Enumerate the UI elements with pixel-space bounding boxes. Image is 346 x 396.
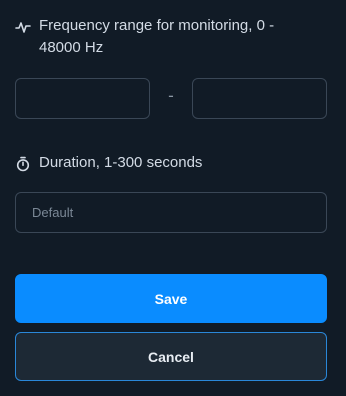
duration-input[interactable] <box>15 192 327 233</box>
waveform-icon <box>15 19 31 35</box>
frequency-range-label-row: Frequency range for monitoring, 0 - 4800… <box>15 15 305 59</box>
duration-label: Duration, 1-300 seconds <box>39 154 203 171</box>
frequency-range-label: Frequency range for monitoring, 0 - 4800… <box>39 17 275 56</box>
cancel-button[interactable]: Cancel <box>15 332 327 381</box>
monitoring-settings-panel: Frequency range for monitoring, 0 - 4800… <box>0 0 346 396</box>
save-button[interactable]: Save <box>15 274 327 323</box>
frequency-min-input[interactable] <box>15 78 150 119</box>
duration-label-row: Duration, 1-300 seconds <box>15 152 305 174</box>
stopwatch-icon <box>15 156 31 172</box>
range-separator: - <box>168 86 174 105</box>
frequency-max-input[interactable] <box>192 78 327 119</box>
